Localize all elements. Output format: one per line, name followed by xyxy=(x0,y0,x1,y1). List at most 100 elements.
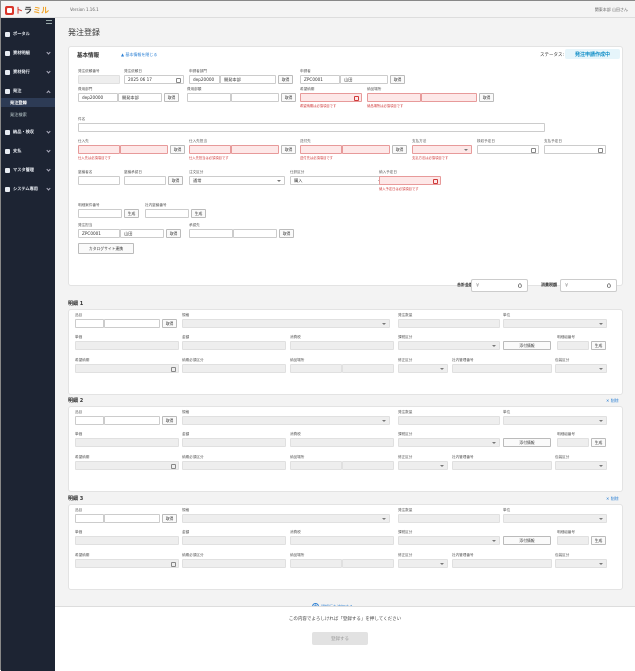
item-fetch-button[interactable]: 取得 xyxy=(162,319,177,328)
applicant-code-field[interactable]: ZPC0001 xyxy=(300,75,340,84)
req-dept-fetch-button[interactable]: 取得 xyxy=(278,75,293,84)
orderer-code-field[interactable]: ZPC0001 xyxy=(78,229,120,238)
supplier-code-field[interactable] xyxy=(78,145,120,154)
catalog-link-button[interactable]: カタログサイト連携 xyxy=(78,243,134,254)
calendar-icon[interactable] xyxy=(176,77,181,83)
pay-date-field[interactable] xyxy=(544,145,606,154)
budget-cat-code-field[interactable] xyxy=(187,93,231,102)
item-code-field[interactable] xyxy=(75,514,104,523)
calendar-icon[interactable] xyxy=(171,366,176,372)
receiver-fetch-button[interactable]: 取得 xyxy=(279,229,294,238)
dest-code-field[interactable] xyxy=(300,145,342,154)
dest-error: 送付先は必須項目です xyxy=(300,156,333,160)
pay-method-select[interactable] xyxy=(412,145,472,154)
user-menu[interactable]: 関東本部 山田さん xyxy=(595,7,628,13)
price-field xyxy=(75,536,179,545)
desired-date-field[interactable] xyxy=(300,93,362,102)
detail-gen-button[interactable]: 生成 xyxy=(591,536,606,545)
unit-label: 単位 xyxy=(503,410,511,414)
spec-select xyxy=(182,319,390,328)
applicant-label: 申請者 xyxy=(300,69,311,73)
orderer-fetch-button[interactable]: 取得 xyxy=(166,229,181,238)
order-type-select[interactable]: 通常 xyxy=(189,176,285,185)
place-label: 納品場所 xyxy=(290,455,305,459)
sidebar-item-label: 資材発行 xyxy=(13,69,30,74)
item-code-field[interactable] xyxy=(75,319,104,328)
register-button[interactable]: 登録する xyxy=(312,632,368,645)
sidebar-sub-order-register[interactable]: 発注登録 xyxy=(1,98,55,107)
calendar-icon[interactable] xyxy=(531,147,536,153)
project-gen-button[interactable]: 生成 xyxy=(124,209,139,218)
chevron-down-icon xyxy=(440,562,444,565)
company-gen-button[interactable]: 生成 xyxy=(191,209,206,218)
applicant-fetch-button[interactable]: 取得 xyxy=(390,75,405,84)
budget-dept-fetch-button[interactable]: 取得 xyxy=(164,93,179,102)
chevron-down-icon xyxy=(599,367,603,370)
delivery-due-field[interactable] xyxy=(379,176,441,185)
sidebar-item-order[interactable]: 発注 xyxy=(1,86,55,96)
project-label: 明細案件番号 xyxy=(78,203,100,207)
delivery-place-name-field xyxy=(421,93,477,102)
detail-gen-button[interactable]: 生成 xyxy=(591,438,606,447)
company-field[interactable] xyxy=(145,209,189,218)
receiver-code-field[interactable] xyxy=(189,229,233,238)
delivery-place-fetch-button[interactable]: 取得 xyxy=(479,93,494,102)
sidebar-item-portal[interactable]: ポータル xyxy=(1,29,55,39)
tax-cat-select xyxy=(398,536,500,545)
project-field[interactable] xyxy=(78,209,122,218)
budget-dept-code-field[interactable]: dep20000 xyxy=(78,93,118,102)
item-code-field[interactable] xyxy=(75,416,104,425)
sidebar-sub-order-search[interactable]: 発注検索 xyxy=(1,110,55,119)
budget-cat-fetch-button[interactable]: 取得 xyxy=(281,93,296,102)
sidebar-item-issue[interactable]: 資材発行 xyxy=(1,67,55,77)
attach-info-button[interactable]: 添付情報 xyxy=(503,438,551,447)
calendar-icon[interactable] xyxy=(433,178,438,184)
item-fetch-button[interactable]: 取得 xyxy=(162,514,177,523)
sidebar-item-label: マスタ管理 xyxy=(13,167,34,172)
attach-info-button[interactable]: 添付情報 xyxy=(503,536,551,545)
calendar-icon[interactable] xyxy=(598,147,603,153)
supplier-fetch-button[interactable]: 取得 xyxy=(170,145,185,154)
fix-cat-label: 修正区分 xyxy=(398,358,413,362)
delete-detail-link[interactable]: ✕ 削除 xyxy=(606,398,619,404)
detail-gen-button[interactable]: 生成 xyxy=(591,341,606,350)
detail-no-field xyxy=(557,536,589,545)
supplier-contact-code-field[interactable] xyxy=(189,145,231,154)
supplier-contact-fetch-button[interactable]: 取得 xyxy=(281,145,296,154)
price-field xyxy=(75,438,179,447)
dest-name-field xyxy=(342,145,390,154)
order-date-field[interactable]: 2025 06 17 xyxy=(124,75,184,84)
delete-detail-link[interactable]: ✕ 削除 xyxy=(606,496,619,502)
sidebar: ポータル 資材明細 資材発行 発注 発注登録 発注検索 納品・検収 支払 マスタ… xyxy=(1,18,55,671)
approval-date-field[interactable] xyxy=(124,176,166,185)
sidebar-collapse-icon[interactable] xyxy=(46,20,52,24)
sidebar-item-system[interactable]: システム専用 xyxy=(1,184,55,194)
subject-field[interactable] xyxy=(78,123,545,132)
approver-field[interactable] xyxy=(78,176,120,185)
approval-fetch-button[interactable]: 取得 xyxy=(168,176,183,185)
calendar-icon[interactable] xyxy=(171,463,176,469)
item-fetch-button[interactable]: 取得 xyxy=(162,416,177,425)
desired-field xyxy=(75,364,179,373)
inspect-date-field[interactable] xyxy=(477,145,539,154)
collapse-basic-link[interactable]: ▲ 基本情報を閉じる xyxy=(121,52,157,58)
calendar-icon[interactable] xyxy=(171,561,176,567)
app-logo[interactable]: ト ラ ミル xyxy=(5,5,49,15)
desired-label: 希望納期 xyxy=(75,358,90,362)
dest-fetch-button[interactable]: 取得 xyxy=(392,145,407,154)
delivery-place-code-field[interactable] xyxy=(367,93,421,102)
buy-type-select[interactable]: 購入 xyxy=(290,176,386,185)
item-name-field xyxy=(104,416,160,425)
company-label: 社内稟議番号 xyxy=(145,203,167,207)
tax-cat-select xyxy=(398,438,500,447)
sidebar-item-delivery[interactable]: 納品・検収 xyxy=(1,127,55,137)
attach-info-button[interactable]: 添付情報 xyxy=(503,341,551,350)
sidebar-item-payment[interactable]: 支払 xyxy=(1,146,55,156)
req-dept-code-field[interactable]: dep20000 xyxy=(189,75,220,84)
sidebar-item-label: 納品・検収 xyxy=(13,129,34,134)
approver-label: 稟議者名 xyxy=(78,170,93,174)
sidebar-item-master[interactable]: マスタ管理 xyxy=(1,165,55,175)
calendar-icon[interactable] xyxy=(354,95,359,101)
status-badge: 発注申請作成中 xyxy=(565,49,620,59)
sidebar-item-materials[interactable]: 資材明細 xyxy=(1,48,55,58)
